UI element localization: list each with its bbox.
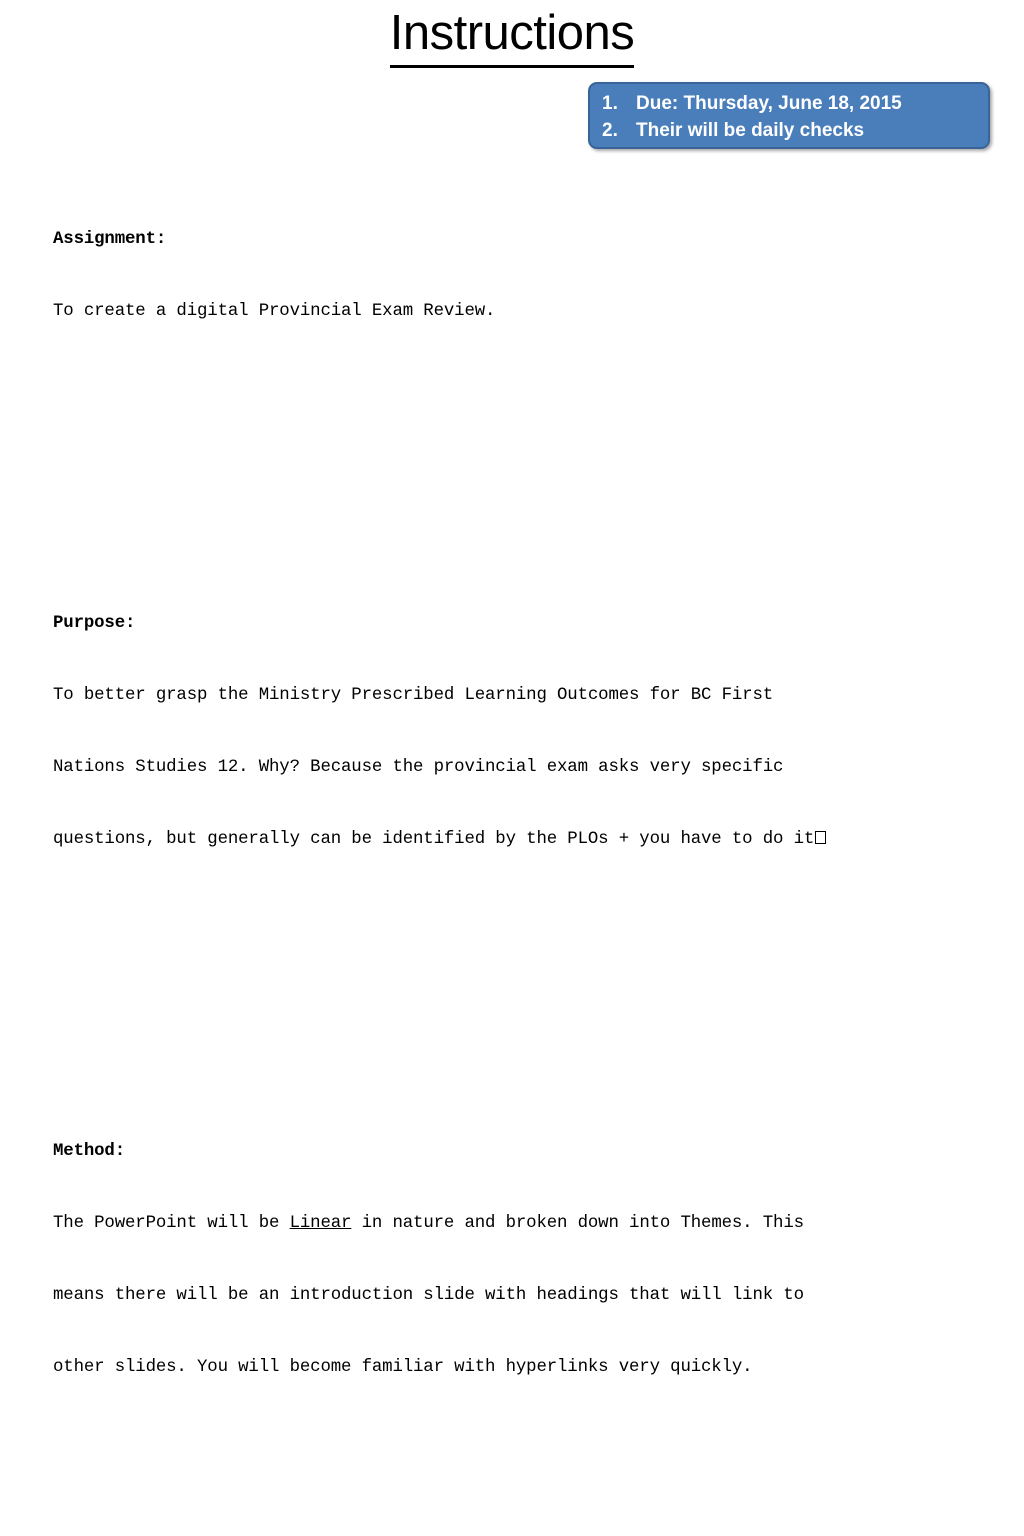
purpose-heading-label: Purpose xyxy=(53,614,126,633)
method-heading: Method: xyxy=(53,1140,973,1164)
page-title: Instructions xyxy=(0,4,1024,68)
method-line: means there will be an introduction slid… xyxy=(53,1286,804,1305)
page-title-text: Instructions xyxy=(389,4,635,68)
purpose-heading-colon: : xyxy=(125,614,136,633)
section-method: Method: The PowerPoint will be Linear in… xyxy=(53,1092,973,1428)
section-assignment: Assignment: To create a digital Provinci… xyxy=(53,180,973,372)
purpose-line: Nations Studies 12. Why? Because the pro… xyxy=(53,758,784,777)
method-line: other slides. You will become familiar w… xyxy=(53,1358,753,1377)
purpose-line-text: questions, but generally can be identifi… xyxy=(53,830,815,849)
purpose-heading: Purpose: xyxy=(53,612,973,636)
slide-body: Assignment: To create a digital Provinci… xyxy=(53,84,973,1536)
purpose-line: questions, but generally can be identifi… xyxy=(53,828,973,852)
missing-glyph-box-icon xyxy=(815,831,827,844)
method-line-post: in nature and broken down into Themes. T… xyxy=(351,1214,804,1233)
assignment-heading: Assignment: xyxy=(53,228,973,252)
purpose-line: To better grasp the Ministry Prescribed … xyxy=(53,686,774,705)
assignment-heading-label: Assignment xyxy=(53,230,156,249)
section-purpose: Purpose: To better grasp the Ministry Pr… xyxy=(53,564,973,900)
method-linear-underlined: Linear xyxy=(289,1214,352,1233)
assignment-heading-colon: : xyxy=(155,230,167,249)
assignment-line: To create a digital Provincial Exam Revi… xyxy=(53,302,496,321)
method-line: The PowerPoint will be Linear in nature … xyxy=(53,1212,973,1236)
method-line-pre: The PowerPoint will be xyxy=(53,1214,290,1233)
method-heading-label: Method xyxy=(53,1142,115,1161)
method-heading-colon: : xyxy=(114,1142,126,1161)
